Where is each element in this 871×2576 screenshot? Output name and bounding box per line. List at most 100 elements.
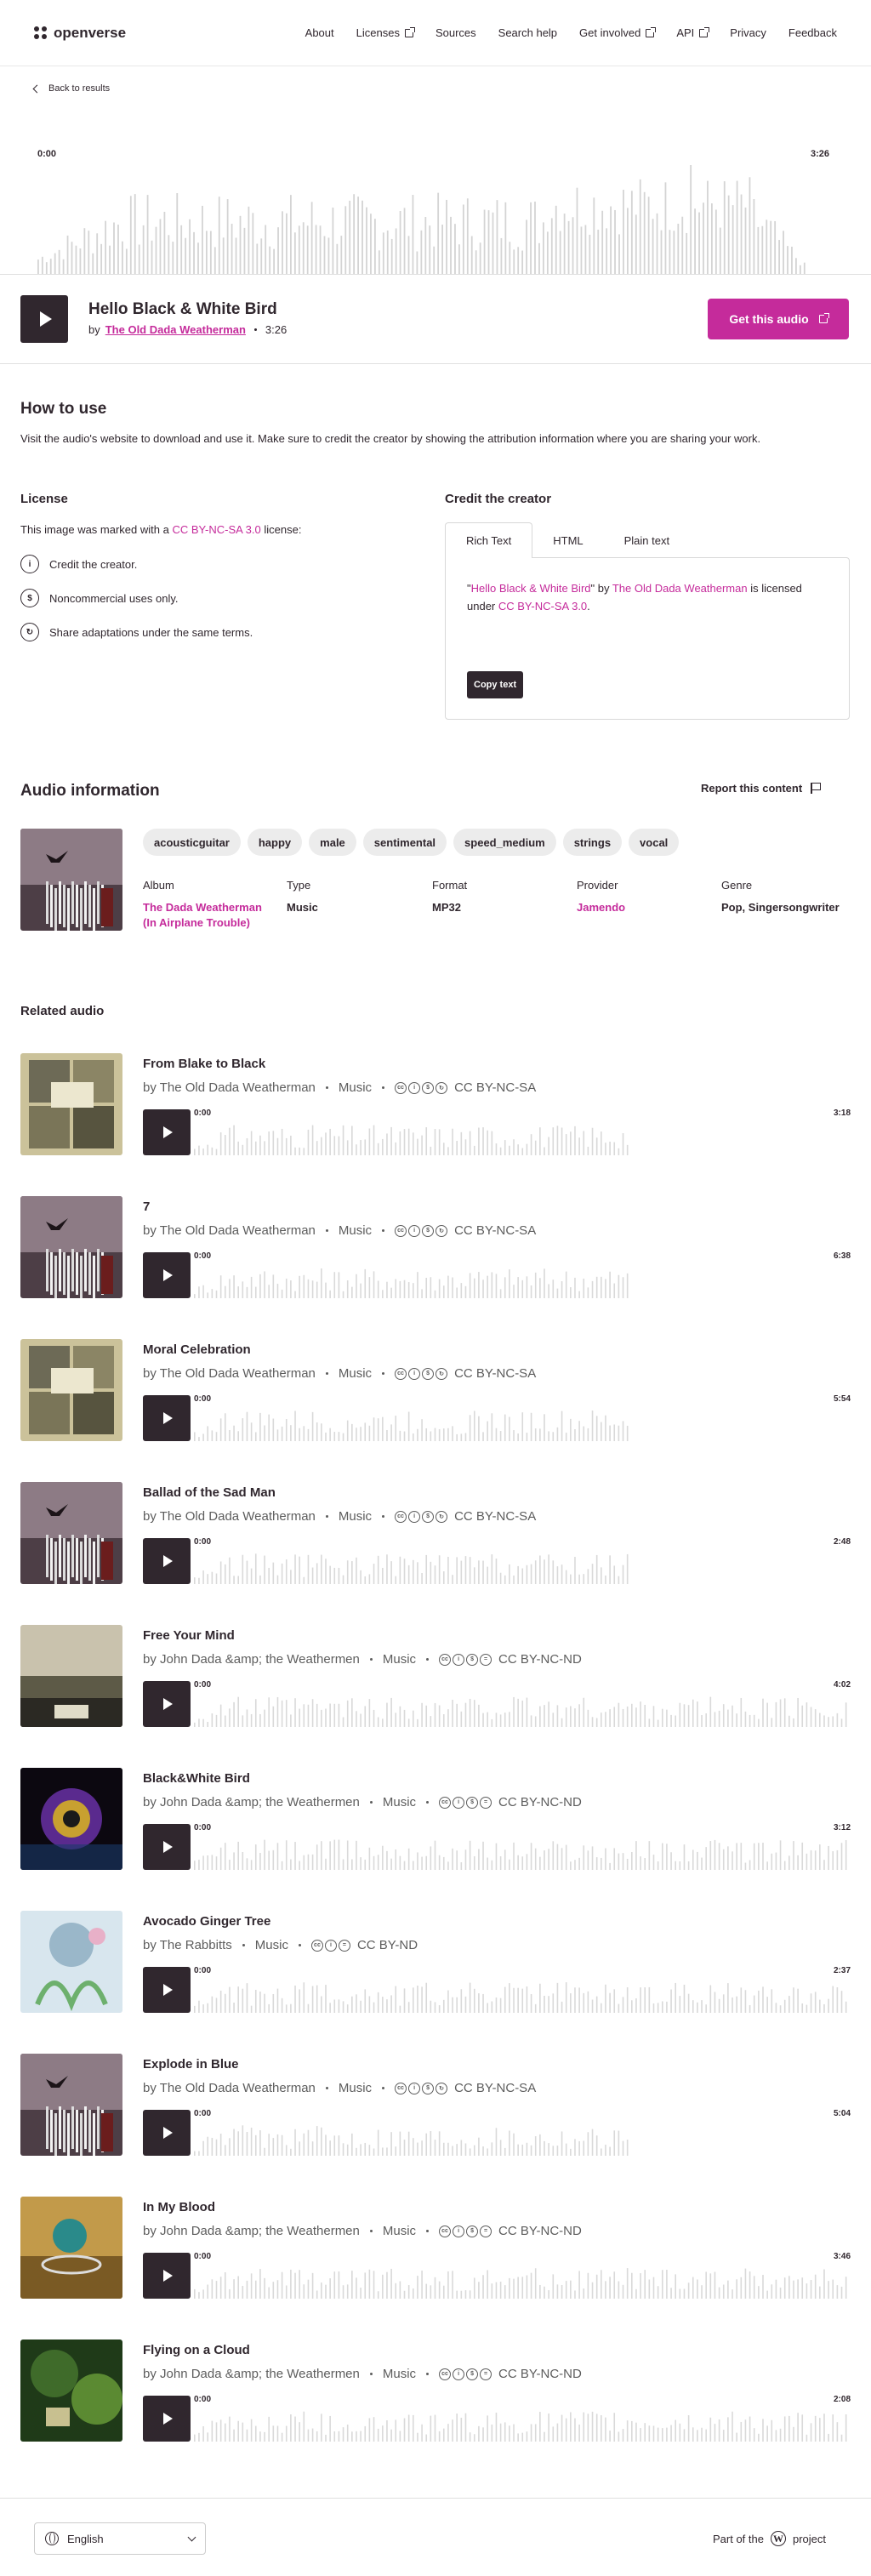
creator-link[interactable]: The Old Dada Weatherman (105, 323, 246, 336)
wave-bar (495, 2128, 498, 2156)
related-audio-item[interactable]: Free Your Mind by John Dada &amp; the Wea… (20, 1625, 851, 1727)
language-select[interactable]: English (34, 2522, 206, 2555)
related-title[interactable]: Ballad of the Sad Man (143, 1485, 276, 1500)
copy-text-button[interactable]: Copy text (467, 671, 524, 698)
related-audio-item[interactable]: From Blake to Black by The Old Dada Weath… (20, 1053, 851, 1155)
wave-bar (565, 2418, 567, 2442)
related-waveform[interactable] (191, 1251, 851, 1298)
attribution-creator-link[interactable]: The Old Dada Weatherman (612, 582, 748, 595)
wave-bar (670, 1714, 672, 1727)
tab-html[interactable]: HTML (532, 522, 603, 558)
nav-item-search-help[interactable]: Search help (498, 26, 557, 39)
related-title[interactable]: From Blake to Black (143, 1057, 265, 1071)
wave-bar (539, 1555, 541, 1584)
meta-label: Type (287, 879, 311, 892)
wave-bar (434, 2002, 436, 2013)
related-audio-item[interactable]: Explode in Blue by The Old Dada Weatherma… (20, 2054, 851, 2156)
wave-bar (775, 2279, 777, 2299)
wave-bar (627, 208, 629, 274)
related-waveform[interactable] (191, 2394, 851, 2442)
play-button[interactable] (20, 295, 68, 343)
related-waveform[interactable] (191, 1108, 851, 1155)
nav-item-get-involved[interactable]: Get involved (579, 26, 657, 39)
related-play-button[interactable] (143, 1967, 191, 2013)
nav-item-about[interactable]: About (305, 26, 334, 39)
cc-nc-icon: $ (20, 589, 39, 607)
related-play-button[interactable] (143, 2396, 191, 2442)
wave-bar (778, 240, 780, 274)
nav-item-licenses[interactable]: Licenses (356, 26, 415, 39)
related-title[interactable]: 7 (143, 1200, 150, 1214)
wave-bar (640, 1701, 641, 1727)
wave-bar (373, 2271, 375, 2299)
main-waveform[interactable] (0, 150, 871, 274)
license-link[interactable]: CC BY-NC-SA 3.0 (172, 523, 260, 536)
related-play-button[interactable] (143, 1252, 191, 1298)
wave-bar (806, 2283, 808, 2299)
wordpress-project-link[interactable]: Part of the W project (713, 2531, 826, 2546)
related-play-button[interactable] (143, 1395, 191, 1441)
wave-bar (316, 2290, 318, 2299)
related-title[interactable]: Avocado Ginger Tree (143, 1914, 270, 1929)
meta-value[interactable]: The Dada Weatherman (In Airplane Trouble… (143, 900, 270, 931)
related-play-button[interactable] (143, 2253, 191, 2299)
meta-value[interactable]: Jamendo (577, 900, 704, 915)
related-audio-item[interactable]: Black&White Bird by John Dada &amp; the W… (20, 1768, 851, 1870)
related-title[interactable]: In My Blood (143, 2200, 215, 2214)
back-to-results-link[interactable]: Back to results (32, 83, 110, 94)
openverse-logo[interactable]: openverse (34, 25, 126, 42)
tag-chip[interactable]: strings (562, 829, 623, 856)
related-audio-item[interactable]: 7 by The Old Dada Weatherman Music cc i $ ↻ CC … (20, 1196, 851, 1298)
related-audio-item[interactable]: Avocado Ginger Tree by The Rabbitts Music c… (20, 1911, 851, 2013)
related-title[interactable]: Moral Celebration (143, 1342, 251, 1357)
related-title[interactable]: Flying on a Cloud (143, 2343, 250, 2357)
tab-plain-text[interactable]: Plain text (604, 522, 690, 558)
tag-chip[interactable]: male (309, 829, 356, 856)
art-fence-post (76, 2110, 78, 2152)
tag-chip[interactable]: speed_medium (453, 829, 556, 856)
related-play-button[interactable] (143, 2110, 191, 2156)
wave-bar (403, 1129, 406, 1155)
related-waveform[interactable] (191, 1965, 851, 2013)
related-audio-item[interactable]: Moral Celebration by The Old Dada Weather… (20, 1339, 851, 1441)
wave-bar (513, 2278, 515, 2299)
related-waveform[interactable] (191, 2251, 851, 2299)
nav-item-feedback[interactable]: Feedback (788, 26, 837, 39)
related-audio-item[interactable]: Flying on a Cloud by John Dada &amp; the … (20, 2339, 851, 2442)
nav-item-api[interactable]: API (676, 26, 710, 39)
related-play-button[interactable] (143, 1538, 191, 1584)
attribution-title-link[interactable]: Hello Black & White Bird (471, 582, 591, 595)
wave-bar (452, 1277, 453, 1298)
art-fence-post (59, 1535, 61, 1577)
related-waveform[interactable] (191, 1822, 851, 1870)
tag-chip[interactable]: sentimental (362, 829, 447, 856)
nav-item-privacy[interactable]: Privacy (730, 26, 766, 39)
tag-chip[interactable]: vocal (629, 829, 680, 856)
related-play-button[interactable] (143, 1109, 191, 1155)
wave-bar (460, 2417, 463, 2442)
tag-chip[interactable]: acousticguitar (143, 829, 241, 856)
art-fence-post (80, 1256, 83, 1298)
related-waveform[interactable] (191, 1393, 851, 1441)
related-audio-item[interactable]: In My Blood by John Dada &amp; the Weathe… (20, 2197, 851, 2299)
related-waveform[interactable] (191, 1679, 851, 1727)
attribution-license-link[interactable]: CC BY-NC-SA 3.0 (498, 600, 587, 613)
related-play-button[interactable] (143, 1824, 191, 1870)
wave-bar (469, 1698, 471, 1727)
related-title[interactable]: Free Your Mind (143, 1628, 235, 1643)
related-waveform[interactable] (191, 2108, 851, 2156)
wave-bar (626, 2420, 629, 2442)
report-content-button[interactable]: Report this content (701, 782, 821, 795)
related-title[interactable]: Black&White Bird (143, 1771, 250, 1786)
tag-chip[interactable]: happy (247, 829, 303, 856)
related-title[interactable]: Explode in Blue (143, 2057, 239, 2072)
wave-bar (482, 1560, 484, 1584)
nav-item-sources[interactable]: Sources (436, 26, 476, 39)
related-play-button[interactable] (143, 1681, 191, 1727)
related-waveform[interactable] (191, 1536, 851, 1584)
get-this-audio-button[interactable]: Get this audio (708, 299, 849, 339)
related-audio-item[interactable]: Ballad of the Sad Man by The Old Dada Wea… (20, 1482, 851, 1584)
wave-bar (342, 1717, 344, 1727)
wave-bar (475, 250, 477, 274)
tab-rich-text[interactable]: Rich Text (445, 522, 533, 558)
